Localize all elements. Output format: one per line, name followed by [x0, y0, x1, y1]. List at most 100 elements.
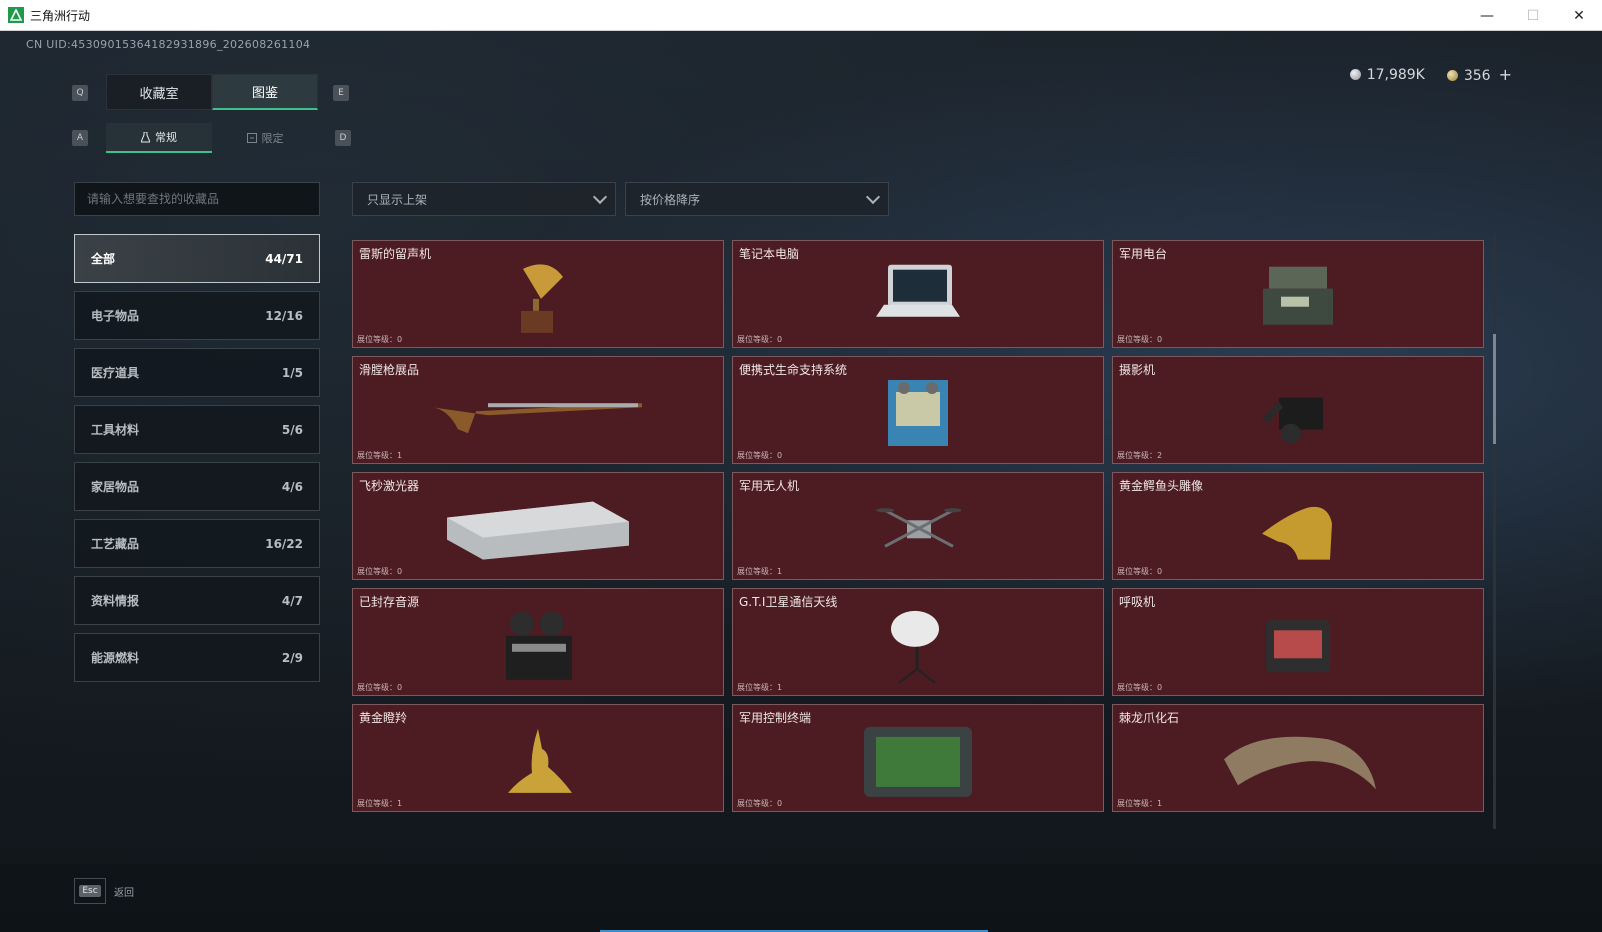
category-label: 工具材料 [91, 423, 140, 437]
category-label: 资料情报 [91, 594, 140, 608]
scroll-thumb[interactable] [1493, 334, 1496, 444]
tab-collection-room[interactable]: 收藏室 [106, 74, 212, 110]
key-hint-q: Q [72, 85, 88, 101]
limited-icon [246, 133, 257, 143]
tab-limited[interactable]: 限定 [212, 123, 318, 153]
sub-tabs: 常规 限定 [106, 123, 318, 153]
collectible-level: 展位等级：0 [737, 799, 783, 808]
app-logo-icon [8, 7, 24, 23]
category-item-intel[interactable]: 资料情报 4/7 [74, 576, 320, 625]
collectible-level: 展位等级：1 [737, 683, 783, 692]
collectible-card[interactable]: 飞秒激光器 展位等级：0 [352, 472, 724, 580]
collectible-name: 雷斯的留声机 [359, 247, 432, 261]
collectible-name: 滑膛枪展品 [359, 363, 420, 377]
main-tabs: 收藏室 图鉴 [106, 74, 318, 110]
collectible-card[interactable]: 笔记本电脑 展位等级：0 [732, 240, 1104, 348]
collectible-card[interactable]: 黄金瞪羚 展位等级：1 [352, 704, 724, 812]
tab-regular-label: 常规 [155, 131, 177, 144]
collectible-card[interactable]: 呼吸机 展位等级：0 [1112, 588, 1484, 696]
drone-icon [876, 508, 961, 548]
back-label: 返回 [114, 887, 134, 899]
category-item-household[interactable]: 家居物品 4/6 [74, 462, 320, 511]
collectible-name: 呼吸机 [1119, 595, 1156, 609]
bottom-bar: Esc 返回 [0, 864, 1602, 932]
category-label: 家居物品 [91, 480, 140, 494]
category-count: 12/16 [265, 308, 303, 323]
category-item-energy[interactable]: 能源燃料 2/9 [74, 633, 320, 682]
collectible-name: 黄金瞪羚 [359, 711, 408, 725]
collectible-card[interactable]: 棘龙爪化石 展位等级：1 [1112, 704, 1484, 812]
collectible-card[interactable]: 黄金鳄鱼头雕像 展位等级：0 [1112, 472, 1484, 580]
flask-icon [141, 131, 150, 142]
silver-amount: 17,989K [1366, 66, 1425, 83]
collectible-level: 展位等级：1 [357, 799, 403, 808]
add-currency-button[interactable]: + [1499, 65, 1512, 84]
category-item-electronics[interactable]: 电子物品 12/16 [74, 291, 320, 340]
gold-amount: 356 [1463, 68, 1491, 84]
collectible-name: G.T.I卫星通信天线 [739, 595, 838, 609]
sort-dropdown[interactable]: 按价格降序 [625, 182, 889, 216]
category-count: 2/9 [281, 650, 303, 665]
uid-label: CN UID:45309015364182931896_202608261104 [26, 38, 311, 51]
close-button[interactable]: ✕ [1556, 0, 1602, 31]
category-item-crafts[interactable]: 工艺藏品 16/22 [74, 519, 320, 568]
crocodile-statue-icon [1262, 506, 1332, 560]
key-hint-d: D [335, 130, 351, 146]
category-item-medical[interactable]: 医疗道具 1/5 [74, 348, 320, 397]
category-item-tools[interactable]: 工具材料 5/6 [74, 405, 320, 454]
collectible-name: 飞秒激光器 [359, 479, 420, 493]
musket-icon [432, 403, 642, 434]
back-button[interactable]: Esc 返回 [74, 878, 134, 904]
collectible-level: 展位等级：0 [1117, 335, 1163, 344]
collectible-card[interactable]: 军用控制终端 展位等级：0 [732, 704, 1104, 812]
grid-scrollbar[interactable] [1493, 234, 1496, 829]
collectible-name: 军用控制终端 [739, 711, 812, 725]
availability-value: 只显示上架 [367, 192, 428, 207]
tab-catalog[interactable]: 图鉴 [212, 74, 318, 110]
collectible-level: 展位等级：0 [737, 335, 783, 344]
search-input[interactable] [87, 192, 319, 206]
life-support-icon [888, 380, 948, 446]
collectible-card[interactable]: 摄影机 展位等级：2 [1112, 356, 1484, 464]
chevron-down-icon [865, 189, 881, 204]
collectible-card[interactable]: 军用无人机 展位等级：1 [732, 472, 1104, 580]
maximize-button[interactable]: ☐ [1510, 0, 1556, 31]
collectible-card[interactable]: 雷斯的留声机 展位等级：0 [352, 240, 724, 348]
control-terminal-icon [864, 726, 972, 797]
collectible-grid-viewport: 雷斯的留声机 展位等级：0 笔记本电脑 展位等级：0 军用电台 展位等级：0 滑… [352, 240, 1492, 861]
category-count: 16/22 [265, 536, 303, 551]
search-box [74, 182, 320, 216]
collectible-level: 展位等级：2 [1117, 451, 1163, 460]
chevron-down-icon [592, 189, 608, 204]
esc-key-hint: Esc [74, 878, 106, 904]
collectible-card[interactable]: 军用电台 展位等级：0 [1112, 240, 1484, 348]
collectible-card[interactable]: 已封存音源 展位等级：0 [352, 588, 724, 696]
collectible-level: 展位等级：0 [1117, 567, 1163, 576]
collectible-name: 军用电台 [1119, 247, 1168, 261]
collectible-level: 展位等级：1 [1117, 799, 1163, 808]
collectible-name: 棘龙爪化石 [1119, 711, 1180, 725]
key-hint-e: E [333, 85, 349, 101]
collectible-name: 便携式生命支持系统 [739, 363, 848, 377]
satellite-dish-icon [891, 610, 939, 684]
collectible-name: 笔记本电脑 [739, 247, 800, 261]
category-item-all[interactable]: 全部 44/71 [74, 234, 320, 283]
collectible-level: 展位等级：0 [1117, 683, 1163, 692]
gold-gazelle-icon [508, 728, 572, 793]
collectible-card[interactable]: 滑膛枪展品 展位等级：1 [352, 356, 724, 464]
availability-dropdown[interactable]: 只显示上架 [352, 182, 616, 216]
collectible-card[interactable]: G.T.I卫星通信天线 展位等级：1 [732, 588, 1104, 696]
tab-regular[interactable]: 常规 [106, 123, 212, 153]
category-count: 44/71 [265, 251, 303, 266]
silver-currency: 17,989K [1349, 66, 1425, 83]
minimize-button[interactable]: — [1464, 0, 1510, 31]
category-list: 全部 44/71 电子物品 12/16 医疗道具 1/5 工具材料 5/6 家居物品 4/… [74, 234, 320, 690]
category-count: 4/7 [281, 593, 303, 608]
laptop-icon [876, 264, 960, 317]
category-label: 电子物品 [91, 309, 140, 323]
collectible-level: 展位等级：1 [357, 451, 403, 460]
collectible-card[interactable]: 便携式生命支持系统 展位等级：0 [732, 356, 1104, 464]
camera-icon [1263, 397, 1323, 444]
category-label: 医疗道具 [91, 366, 140, 380]
claw-fossil-icon [1224, 736, 1376, 790]
